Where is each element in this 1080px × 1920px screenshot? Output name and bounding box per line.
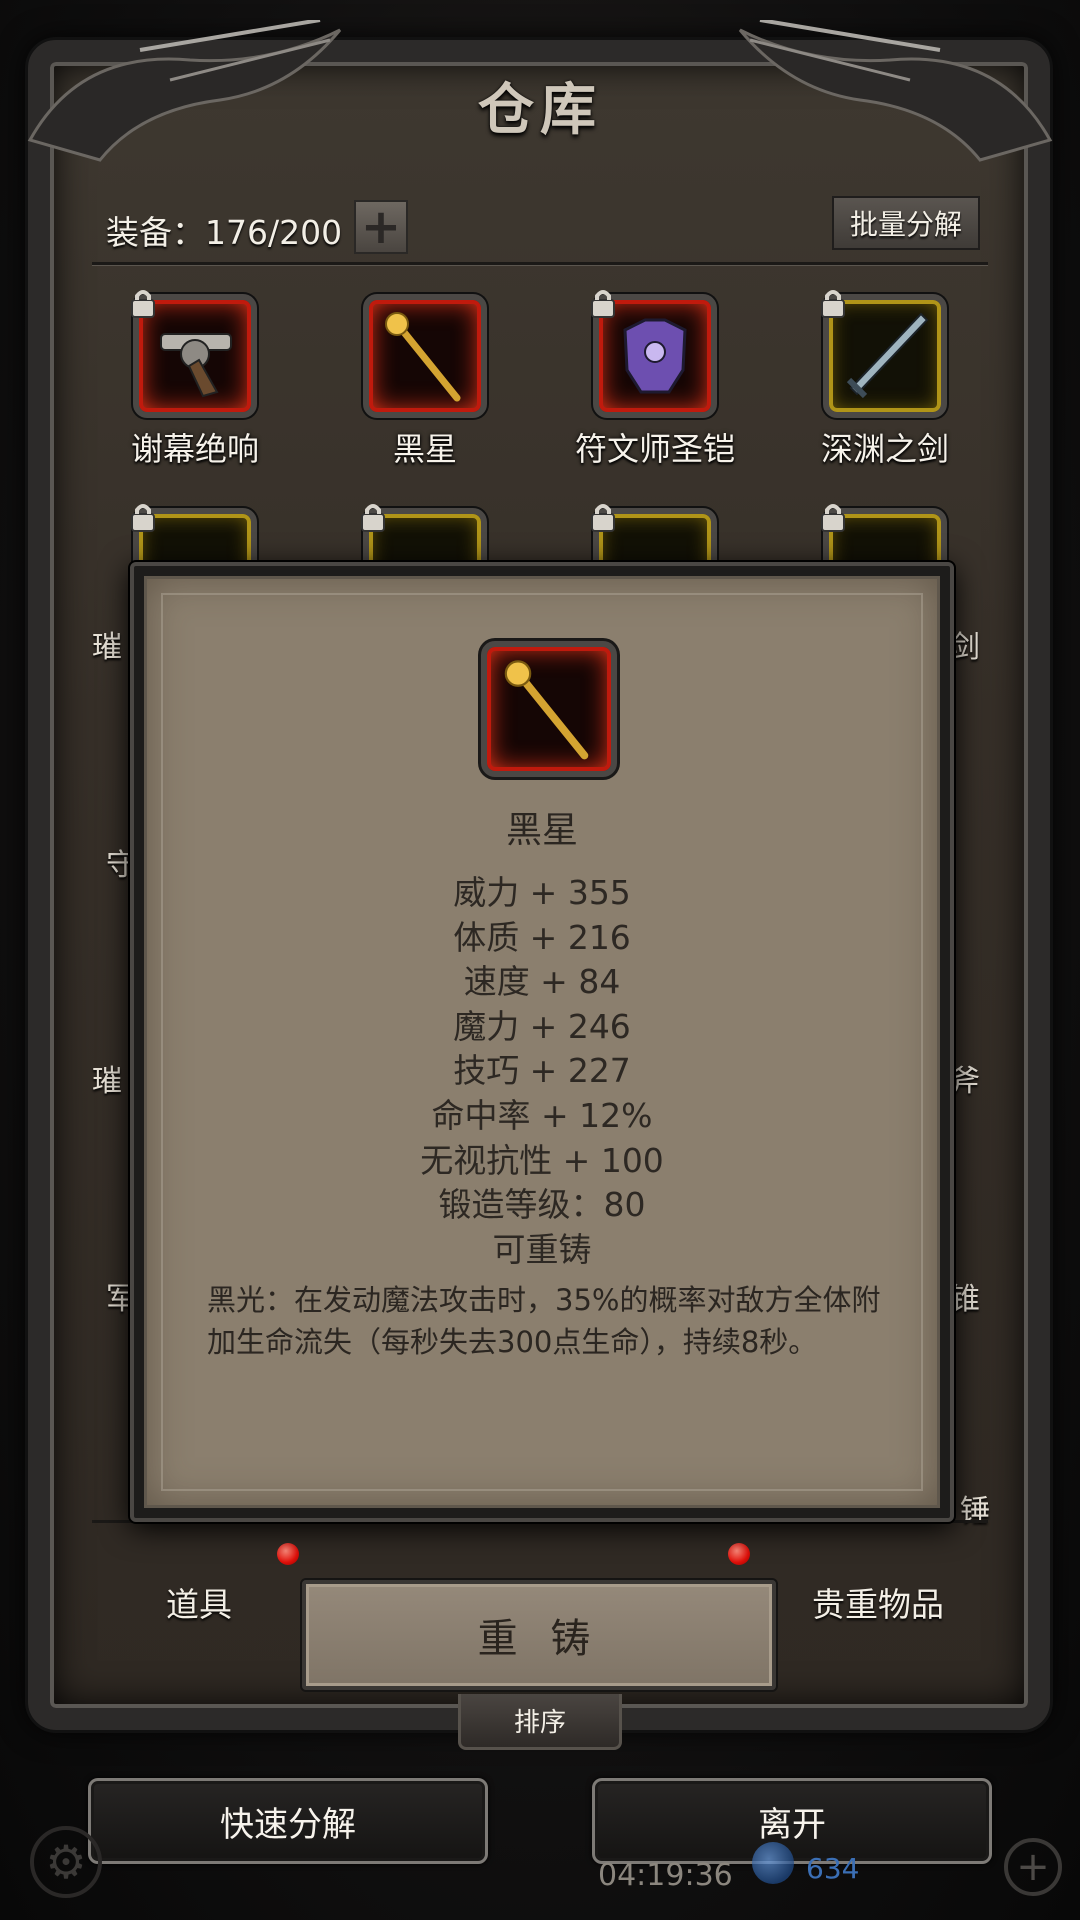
item-label-partial: 璀 xyxy=(92,630,122,665)
dragon-ornament-right xyxy=(738,20,1053,162)
crystal-icon xyxy=(752,1842,794,1884)
item-name: 黑星 xyxy=(505,810,578,851)
title-plate: 仓库 xyxy=(430,60,650,150)
equipment-capacity: 装备：176/200 xyxy=(106,213,343,252)
item-label-partial: 璀 xyxy=(92,1064,122,1099)
lock-icon xyxy=(591,290,615,318)
add-icon[interactable]: + xyxy=(1004,1838,1062,1896)
item-label-partial: 锥 xyxy=(950,1282,980,1317)
clock: 04:19:36 xyxy=(598,1858,733,1893)
lock-icon xyxy=(131,290,155,318)
sort-button[interactable]: 排序 xyxy=(458,1694,622,1750)
stat-line: 锻造等级：80 xyxy=(438,1185,646,1225)
stat-line: 速度 + 84 xyxy=(463,962,621,1002)
item-frame xyxy=(131,290,257,418)
golden-scepter-icon xyxy=(504,660,589,760)
stat-line: 无视抗性 + 100 xyxy=(420,1140,664,1180)
item-frame xyxy=(363,294,487,418)
warehouse-header: 装备：176/200 + 批量分解 xyxy=(92,196,988,268)
lock-icon xyxy=(821,290,845,318)
header-divider xyxy=(92,262,988,265)
lock-icon xyxy=(591,504,615,532)
stat-line: 可重铸 xyxy=(492,1229,592,1269)
crystal-count: 634 xyxy=(806,1852,860,1885)
item-label: 谢幕绝响 xyxy=(130,430,259,468)
gear-icon[interactable]: ⚙ xyxy=(30,1826,102,1898)
item-description: 黑光：在发动魔法攻击时，35%的概率对敌方全体附加生命流失（每秒失去300点生命… xyxy=(207,1283,881,1359)
item-slot[interactable]: 符文师圣铠 xyxy=(555,290,755,470)
stat-line: 命中率 + 12% xyxy=(431,1095,653,1135)
item-stats: 威力 + 355 体质 + 216 速度 + 84 魔力 + 246 技巧 + … xyxy=(147,871,937,1272)
leave-button[interactable]: 离开 xyxy=(592,1778,992,1864)
lock-icon xyxy=(821,504,845,532)
page-title: 仓库 xyxy=(478,77,602,143)
item-slot[interactable]: 谢幕绝响 xyxy=(95,290,295,470)
stat-line: 技巧 + 227 xyxy=(453,1051,631,1091)
lock-icon xyxy=(131,504,155,532)
item-label: 符文师圣铠 xyxy=(574,430,735,468)
item-icon-frame xyxy=(481,641,617,777)
dialog-body: 黑星 威力 + 355 体质 + 216 速度 + 84 魔力 + 246 技巧… xyxy=(144,576,940,1508)
tab-valuables[interactable]: 贵重物品 xyxy=(812,1578,944,1626)
stat-line: 魔力 + 246 xyxy=(453,1006,631,1046)
item-label: 黑星 xyxy=(392,430,457,468)
dragon-ornament-left xyxy=(27,20,342,162)
stat-line: 体质 + 216 xyxy=(453,917,631,957)
quick-decompose-button[interactable]: 快速分解 xyxy=(88,1778,488,1864)
expand-capacity-button[interactable]: + xyxy=(354,199,408,255)
item-slot[interactable]: 黑星 xyxy=(325,294,525,470)
item-detail-dialog: 黑星 威力 + 355 体质 + 216 速度 + 84 魔力 + 246 技巧… xyxy=(130,562,954,1522)
reforge-button[interactable]: 重 铸 xyxy=(302,1580,776,1690)
tab-items[interactable]: 道具 xyxy=(166,1578,232,1626)
golden-scepter-icon xyxy=(385,312,461,402)
batch-decompose-button[interactable]: 批量分解 xyxy=(832,196,980,250)
stat-line: 威力 + 355 xyxy=(453,873,631,912)
item-label-partial: 剑 xyxy=(950,630,980,665)
item-frame xyxy=(821,290,947,418)
notice-dot xyxy=(728,1543,750,1565)
plus-icon: + xyxy=(360,199,402,255)
item-label: 深渊之剑 xyxy=(820,430,949,468)
item-label-partial: 锤 xyxy=(960,1494,990,1529)
item-frame xyxy=(591,290,717,418)
lock-icon xyxy=(361,504,385,532)
notice-dot xyxy=(277,1543,299,1565)
item-slot[interactable]: 深渊之剑 xyxy=(785,290,985,470)
item-label-partial: 斧 xyxy=(950,1064,980,1099)
